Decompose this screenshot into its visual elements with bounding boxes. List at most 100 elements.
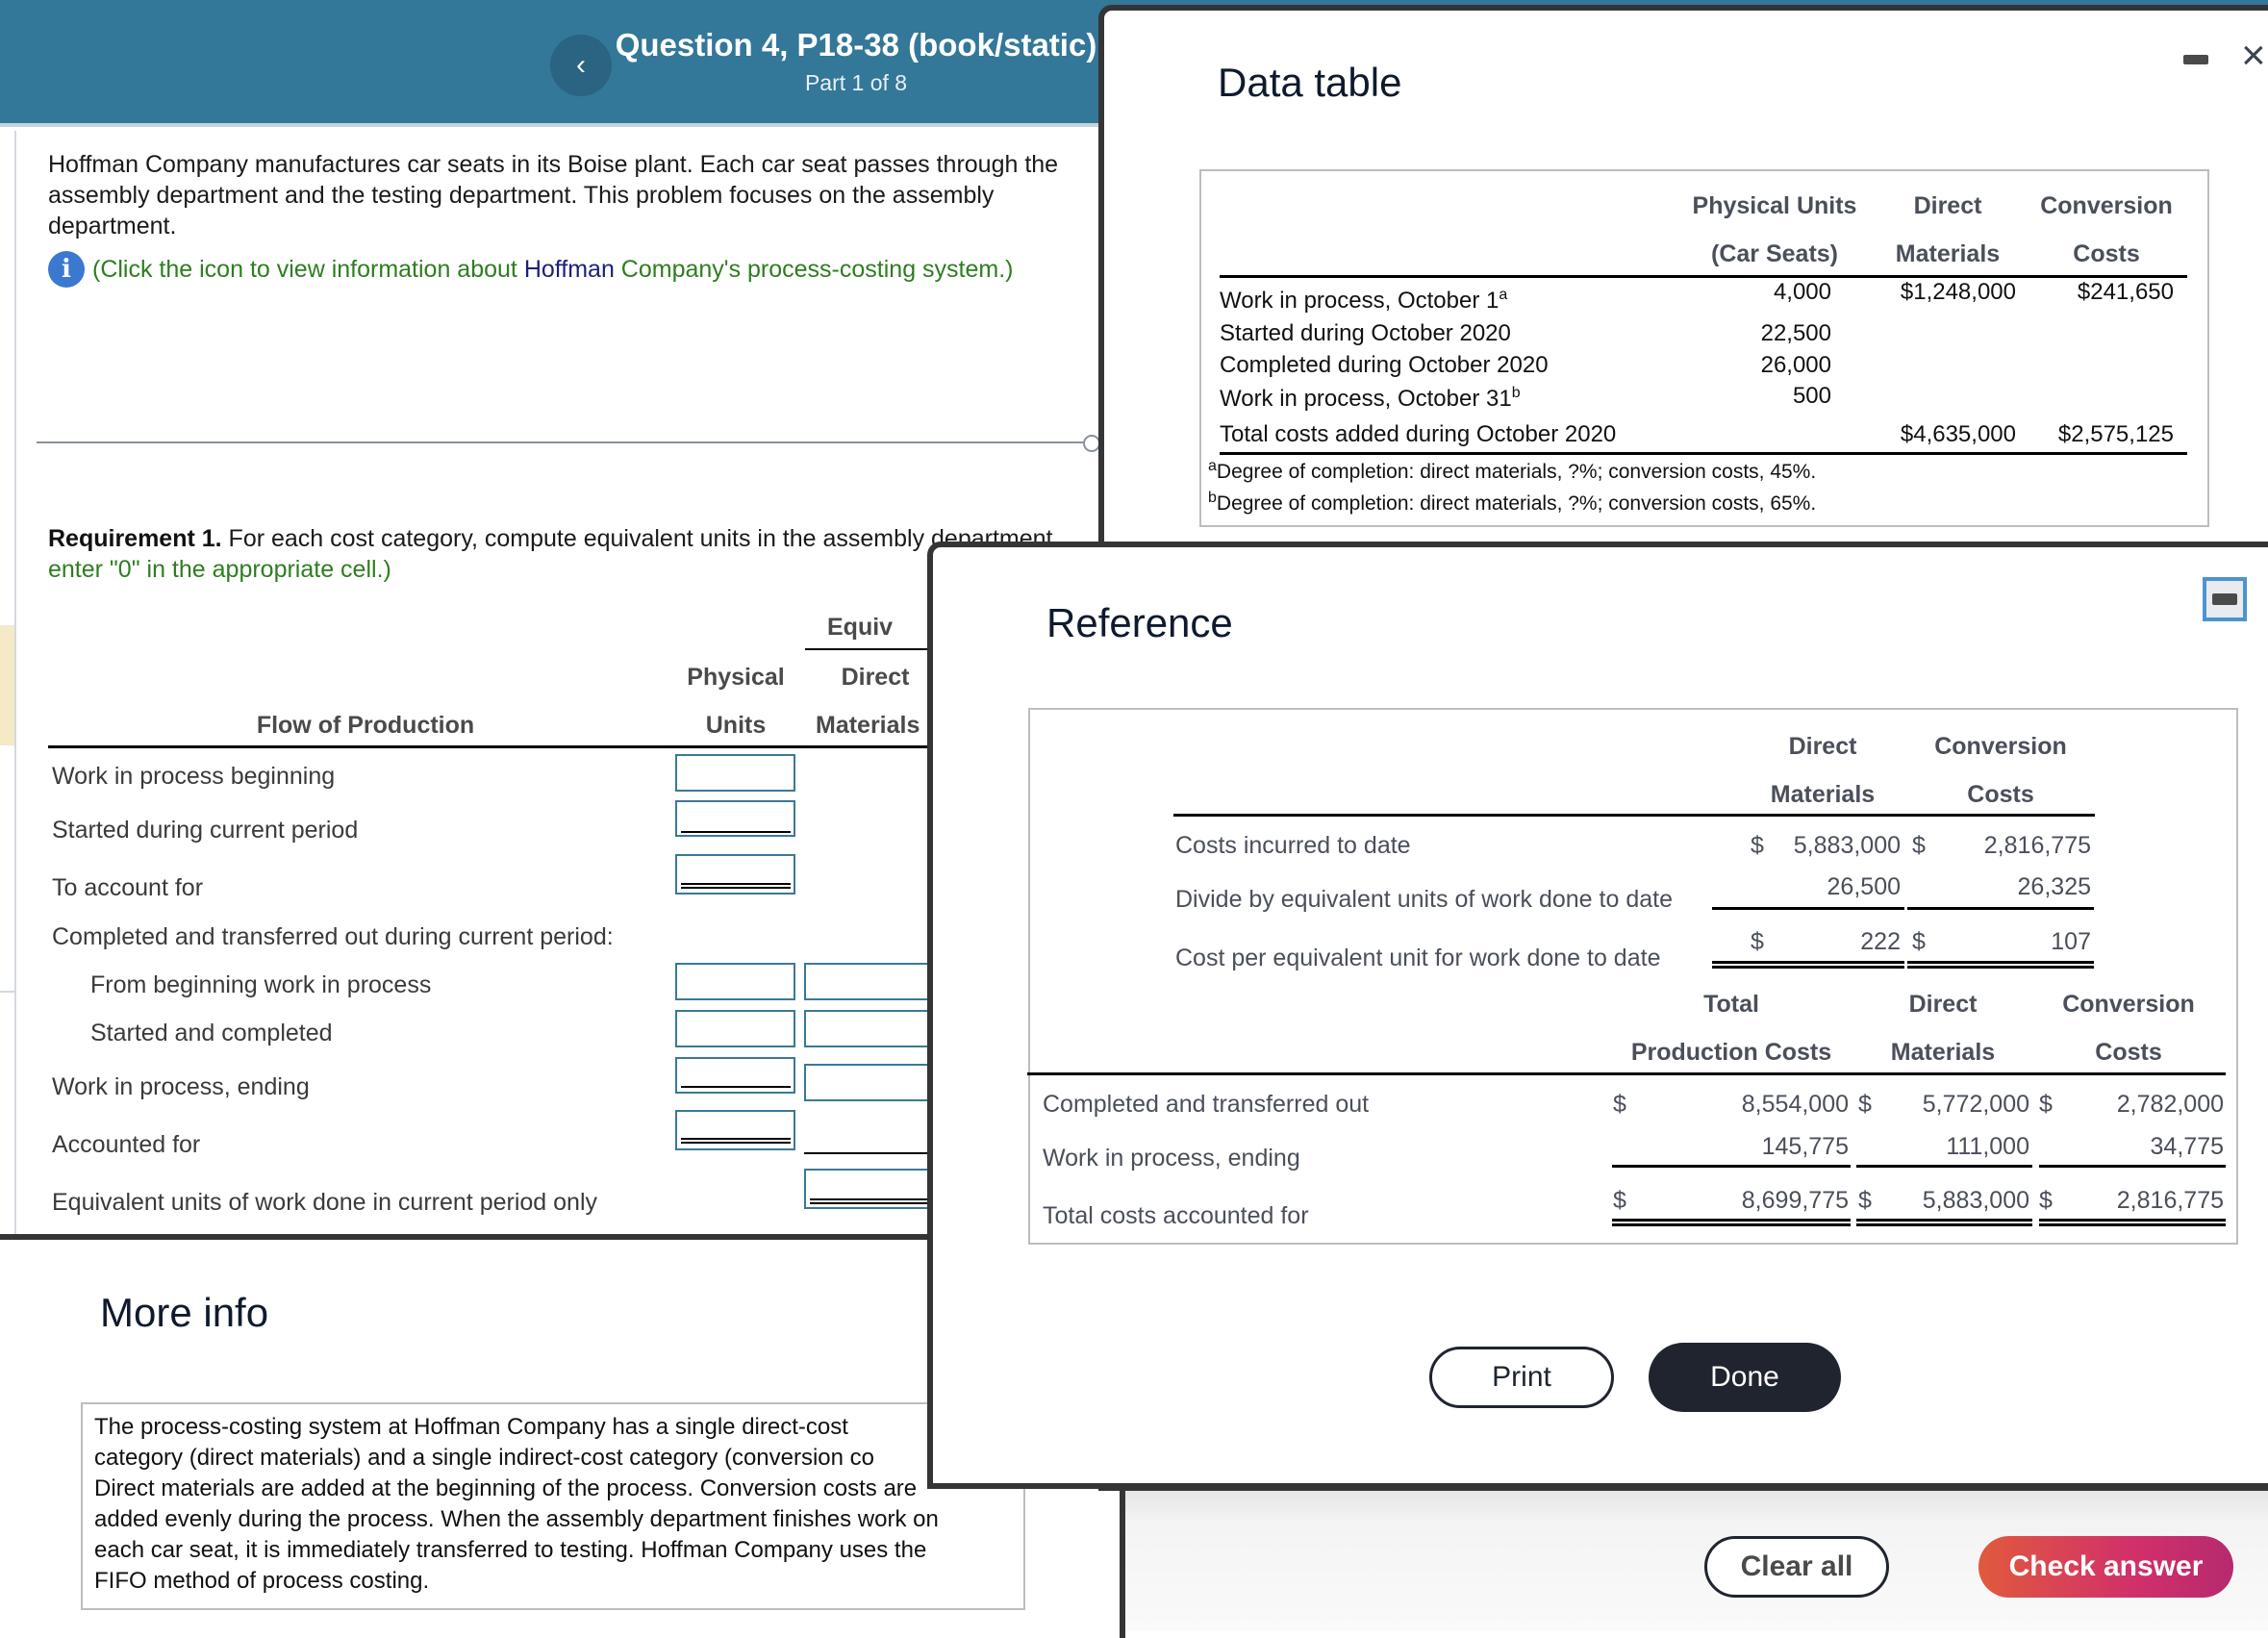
ref2-double-cc <box>2039 1219 2226 1226</box>
dm-accounted-for-line <box>804 1152 929 1154</box>
ref2-dm: 5,883,000 <box>1922 1187 2029 1214</box>
info-line: i (Click the icon to view information ab… <box>48 251 1106 288</box>
dm-from-beginning-input[interactable] <box>804 963 929 1000</box>
ref2-total: 8,554,000 <box>1741 1091 1849 1118</box>
reference-minimize-button[interactable] <box>2203 577 2247 621</box>
ref1-dm-sym: $ <box>1751 832 1764 859</box>
dm-wip-ending-input[interactable] <box>804 1064 929 1101</box>
ref1-cc: 107 <box>2051 928 2091 955</box>
ref2-total-sym: $ <box>1613 1187 1626 1214</box>
underline <box>681 831 791 833</box>
info-company: Hoffman <box>523 256 615 283</box>
ref1-underline-cc <box>1907 907 2094 910</box>
more-info-text: The process-costing system at Hoffman Co… <box>81 1402 1025 1610</box>
ref2-header-rule <box>1027 1072 2226 1075</box>
ref2-dm-sym: $ <box>1858 1187 1872 1214</box>
col-dm-2: Materials <box>816 712 920 739</box>
row-from-beginning-wip: From beginning work in process <box>90 971 432 998</box>
ref2-cc-sym: $ <box>2039 1091 2053 1118</box>
ref1-dm: 5,883,000 <box>1793 832 1901 859</box>
dt-col-cc-2: Costs <box>2073 240 2140 267</box>
ref1-cc-sym: $ <box>1912 832 1926 859</box>
minimize-icon <box>2212 593 2237 605</box>
physical-started-completed-input[interactable] <box>675 1010 795 1047</box>
question-part: Part 1 of 8 <box>804 70 908 95</box>
ref2-underline-dm <box>1856 1165 2032 1168</box>
ref2-total: 8,699,775 <box>1741 1187 1849 1214</box>
physical-from-beginning-input[interactable] <box>675 963 795 1000</box>
ref2-double-dm <box>1856 1219 2032 1226</box>
reference-title: Reference <box>1046 600 1233 645</box>
dt-dm: $4,635,000 <box>1900 421 2016 447</box>
ref2-total: 145,775 <box>1761 1133 1849 1160</box>
ref2-cc: 34,775 <box>2150 1133 2224 1160</box>
ref2-total-sym: $ <box>1613 1091 1626 1118</box>
print-button[interactable]: Print <box>1429 1347 1614 1408</box>
ref2-col-cc-1: Conversion <box>2062 991 2195 1018</box>
more-info-line: added evenly during the process. When th… <box>94 1506 939 1532</box>
ref2-double-total <box>1612 1219 1851 1226</box>
dm-started-completed-input[interactable] <box>804 1010 929 1047</box>
info-suffix: Company's process-costing system.) <box>614 256 1014 283</box>
ref1-row-label: Costs incurred to date <box>1175 832 1411 859</box>
clear-all-button[interactable]: Clear all <box>1704 1536 1889 1598</box>
physical-wip-beginning-input[interactable] <box>675 754 795 792</box>
ref2-cc-sym: $ <box>2039 1187 2053 1214</box>
minimize-icon[interactable] <box>2183 55 2208 64</box>
dt-physical: 26,000 <box>1760 352 1831 378</box>
dt-row-label: Started during October 2020 <box>1220 320 1511 346</box>
more-info-line: FIFO method of process costing. <box>94 1568 430 1594</box>
ref1-col-dm-1: Direct <box>1788 733 1857 760</box>
left-panel-border <box>14 131 16 1237</box>
ref2-row-label: Completed and transferred out <box>1043 1091 1370 1118</box>
row-accounted-for: Accounted for <box>52 1131 201 1158</box>
ref2-cc: 2,816,775 <box>2116 1187 2224 1214</box>
ref1-row-label: Cost per equivalent unit for work done t… <box>1175 945 1661 971</box>
dt-dm: $1,248,000 <box>1900 279 2016 305</box>
ref2-underline-cc <box>2039 1165 2226 1168</box>
ref2-dm: 111,000 <box>1946 1133 2029 1160</box>
physical-wip-ending-input[interactable] <box>675 1057 795 1094</box>
row-to-account-for: To account for <box>52 874 204 901</box>
ref1-row-label: Divide by equivalent units of work done … <box>1175 886 1673 913</box>
ref2-col-total-2: Production Costs <box>1630 1039 1832 1066</box>
requirement-label: Requirement 1. <box>48 525 222 552</box>
row-wip-beginning: Work in process beginning <box>52 763 336 790</box>
close-icon[interactable]: × <box>2241 35 2266 77</box>
done-button[interactable]: Done <box>1649 1343 1841 1412</box>
dt-col-physical-1: Physical Units <box>1692 192 1857 219</box>
dt-row-label: Work in process, October 31b <box>1220 385 1521 412</box>
col-flow: Flow of Production <box>256 712 475 739</box>
dt-col-dm-2: Materials <box>1895 240 2001 267</box>
dt-row-label: Work in process, October 1a <box>1220 287 1508 314</box>
dt-footnote-a: aDegree of completion: direct materials,… <box>1208 458 1817 483</box>
left-panel-divider <box>0 991 14 993</box>
dt-col-dm-1: Direct <box>1913 192 1982 219</box>
double-underline <box>681 1138 791 1144</box>
double-underline <box>681 883 791 889</box>
ref1-dm-sym: $ <box>1751 928 1764 955</box>
dt-physical: 22,500 <box>1760 320 1831 346</box>
more-info-line: Direct materials are added at the beginn… <box>94 1475 918 1501</box>
dt-physical: 4,000 <box>1773 279 1831 305</box>
section-divider <box>37 441 1095 443</box>
physical-accounted-for-input[interactable] <box>675 1110 795 1150</box>
row-started-completed: Started and completed <box>90 1020 333 1046</box>
info-link[interactable]: (Click the icon to view information abou… <box>92 254 1013 285</box>
col-dm-1: Direct <box>841 664 910 691</box>
left-panel-tab[interactable] <box>0 625 14 745</box>
info-icon[interactable]: i <box>48 251 85 288</box>
dt-cc: $241,650 <box>2077 279 2174 305</box>
ref2-row-label: Total costs accounted for <box>1043 1202 1309 1229</box>
problem-intro: Hoffman Company manufactures car seats i… <box>48 151 1059 239</box>
col-physical-1: Physical <box>687 664 785 691</box>
dt-footnote-b: bDegree of completion: direct materials,… <box>1208 490 1817 515</box>
row-started: Started during current period <box>52 817 359 844</box>
check-answer-button[interactable]: Check answer <box>1978 1536 2233 1598</box>
more-info-line: each car seat, it is immediately transfe… <box>94 1537 927 1563</box>
ref1-header-rule <box>1173 814 2095 817</box>
ref1-cc-sym: $ <box>1912 928 1926 955</box>
question-title: Question 4, P18-38 (book/static) <box>615 27 1097 63</box>
ref2-underline-total <box>1612 1165 1851 1168</box>
ref1-col-cc-2: Costs <box>1967 781 2034 808</box>
